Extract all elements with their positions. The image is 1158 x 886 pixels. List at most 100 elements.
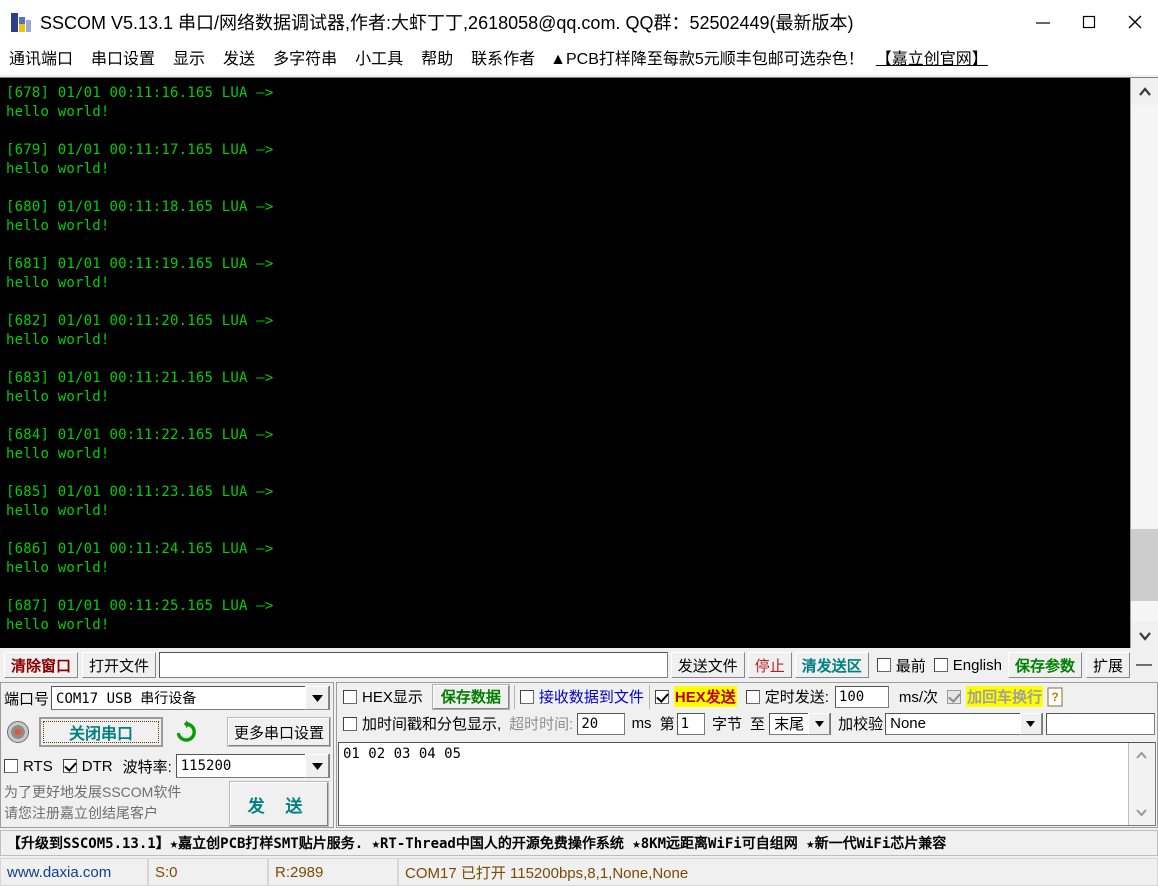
terminal-line: [685] 01/01 00:11:23.165 LUA —> [6, 484, 274, 500]
scroll-up-icon[interactable] [1129, 743, 1154, 768]
byte-from-label: 第 [659, 716, 675, 733]
byte-label: 字节 [712, 716, 743, 733]
ms-per-label: ms/次 [898, 689, 939, 706]
menu-ad-link-label: 【嘉立创官网】 [875, 51, 988, 68]
minimize-icon[interactable] [1020, 0, 1066, 44]
rts-checkbox[interactable] [4, 759, 18, 773]
terminal-line: hello world! [6, 218, 110, 234]
terminal-line: [682] 01/01 00:11:20.165 LUA —> [6, 313, 274, 329]
terminal-line: [686] 01/01 00:11:24.165 LUA —> [6, 541, 274, 557]
timed-send-input[interactable]: 100 [834, 685, 889, 708]
terminal-output[interactable]: [678] 01/01 00:11:16.165 LUA —> hello wor… [0, 78, 1130, 648]
menu-item-display[interactable]: 显示 [164, 44, 214, 75]
english-checkbox[interactable]: English [933, 656, 1002, 674]
chevron-down-icon[interactable] [305, 754, 329, 778]
help-icon[interactable]: ? [1045, 686, 1065, 708]
more-serial-settings-button[interactable]: 更多串口设置 [227, 718, 330, 746]
ms-unit-label: ms [631, 715, 652, 732]
checksum-select[interactable]: None [885, 712, 1043, 735]
extend-button[interactable]: 扩展 [1085, 652, 1130, 678]
hex-display-checkbox[interactable] [343, 689, 357, 704]
timeout-input[interactable]: 20 [577, 712, 625, 735]
terminal-line: hello world! [6, 332, 110, 348]
advertisement-bar[interactable]: 【升级到SSCOM5.13.1】★嘉立创PCB打样SMT贴片服务. ★RT-Th… [0, 830, 1158, 856]
menu-item-multi-string[interactable]: 多字符串 [264, 44, 346, 75]
chevron-down-icon[interactable] [808, 712, 831, 735]
terminal-scroll-thumb[interactable] [1131, 529, 1158, 601]
send-button[interactable]: 发 送 [230, 782, 328, 826]
terminal-line: hello world! [6, 161, 110, 177]
open-file-button[interactable]: 打开文件 [82, 652, 157, 678]
byte-to-select[interactable]: 末尾 [769, 712, 832, 735]
save-data-button[interactable]: 保存数据 [432, 684, 509, 709]
topmost-checkbox[interactable]: 最前 [876, 655, 926, 676]
refresh-icon[interactable] [173, 719, 199, 745]
menu-item-send[interactable]: 发送 [214, 44, 264, 75]
menu-ad-text[interactable]: ▲PCB打样降至每款5元顺丰包邮可选杂色！ [544, 44, 870, 75]
clear-send-area-button[interactable]: 清发送区 [794, 652, 869, 678]
send-scrollbar[interactable] [1128, 743, 1155, 825]
hex-display-label: HEX显示 [362, 689, 423, 706]
english-label: English [952, 656, 1002, 674]
recv-to-file-label: 接收数据到文件 [538, 689, 644, 706]
timed-send-checkbox[interactable] [745, 689, 760, 704]
checksum-extra-input[interactable] [1045, 712, 1155, 735]
scroll-down-icon[interactable] [1131, 622, 1158, 649]
scroll-up-icon[interactable] [1131, 78, 1158, 105]
menu-item-help[interactable]: 帮助 [412, 44, 462, 75]
menu-item-comm-port[interactable]: 通讯端口 [0, 44, 82, 75]
menu-item-tools[interactable]: 小工具 [346, 44, 412, 75]
english-checkbox-box[interactable] [933, 658, 948, 672]
dtr-checkbox[interactable] [62, 759, 77, 773]
window-title: SSCOM V5.13.1 串口/网络数据调试器,作者:大虾丁丁,2618058… [40, 13, 854, 33]
chevron-down-icon[interactable] [1019, 712, 1042, 735]
sscom-window: SSCOM V5.13.1 串口/网络数据调试器,作者:大虾丁丁,2618058… [0, 0, 1158, 886]
terminal-line: [683] 01/01 00:11:21.165 LUA —> [6, 370, 274, 386]
terminal-line: hello world! [6, 617, 110, 633]
send-textarea[interactable]: 01 02 03 04 05 [339, 743, 1128, 825]
clear-window-button[interactable]: 清除窗口 [4, 652, 79, 678]
add-crlf-checkbox [947, 689, 962, 704]
send-file-button[interactable]: 发送文件 [670, 652, 745, 678]
status-bar: www.daxia.com S:0 R:2989 COM17 已打开 11520… [0, 858, 1158, 886]
dtr-label: DTR [81, 757, 113, 775]
hex-send-label: HEX发送 [673, 686, 737, 707]
port-select[interactable]: COM17 USB 串行设备 [51, 686, 330, 710]
close-port-button[interactable]: 关闭串口 [39, 717, 163, 747]
terminal-scrollbar[interactable] [1130, 78, 1158, 649]
terminal-line: [684] 01/01 00:11:22.165 LUA —> [6, 427, 274, 443]
stop-button[interactable]: 停止 [747, 652, 792, 678]
menu-ad-link[interactable]: 【嘉立创官网】 [870, 44, 994, 75]
port-open-row: 关闭串口 更多串口设置 [4, 713, 330, 751]
byte-from-input[interactable]: 1 [676, 712, 706, 735]
save-params-button[interactable]: 保存参数 [1007, 652, 1082, 678]
timestamp-checkbox[interactable] [343, 716, 357, 731]
maximize-icon[interactable] [1066, 0, 1112, 44]
baud-select[interactable]: 115200 [175, 754, 330, 778]
menu-item-serial-settings[interactable]: 串口设置 [82, 44, 164, 75]
menu-item-contact-author[interactable]: 联系作者 [462, 44, 544, 75]
registration-row: 为了更好地发展SSCOM软件 请您注册嘉立创结尾客户 发 送 [4, 782, 330, 826]
window-controls [1020, 0, 1158, 44]
close-icon[interactable] [1112, 0, 1158, 44]
terminal-line: [680] 01/01 00:11:18.165 LUA —> [6, 199, 274, 215]
options-row-1: HEX显示 保存数据 接收数据到文件 HEX发送 定时发送: 100 ms/次 … [337, 683, 1157, 710]
terminal-line: hello world! [6, 446, 110, 462]
status-website[interactable]: www.daxia.com [0, 858, 148, 886]
recv-to-file-checkbox[interactable] [519, 689, 534, 704]
status-sent-count: S:0 [148, 858, 268, 886]
scroll-down-icon[interactable] [1129, 800, 1154, 825]
menu-bar: 通讯端口 串口设置 显示 发送 多字符串 小工具 帮助 联系作者 ▲PCB打样降… [0, 44, 1158, 75]
hex-send-checkbox[interactable] [654, 689, 669, 704]
topmost-checkbox-box[interactable] [876, 658, 891, 672]
title-bar: SSCOM V5.13.1 串口/网络数据调试器,作者:大虾丁丁,2618058… [0, 0, 1158, 44]
chevron-down-icon[interactable] [305, 686, 329, 710]
collapse-button[interactable]: — [1136, 656, 1152, 674]
file-path-input[interactable] [159, 652, 668, 678]
